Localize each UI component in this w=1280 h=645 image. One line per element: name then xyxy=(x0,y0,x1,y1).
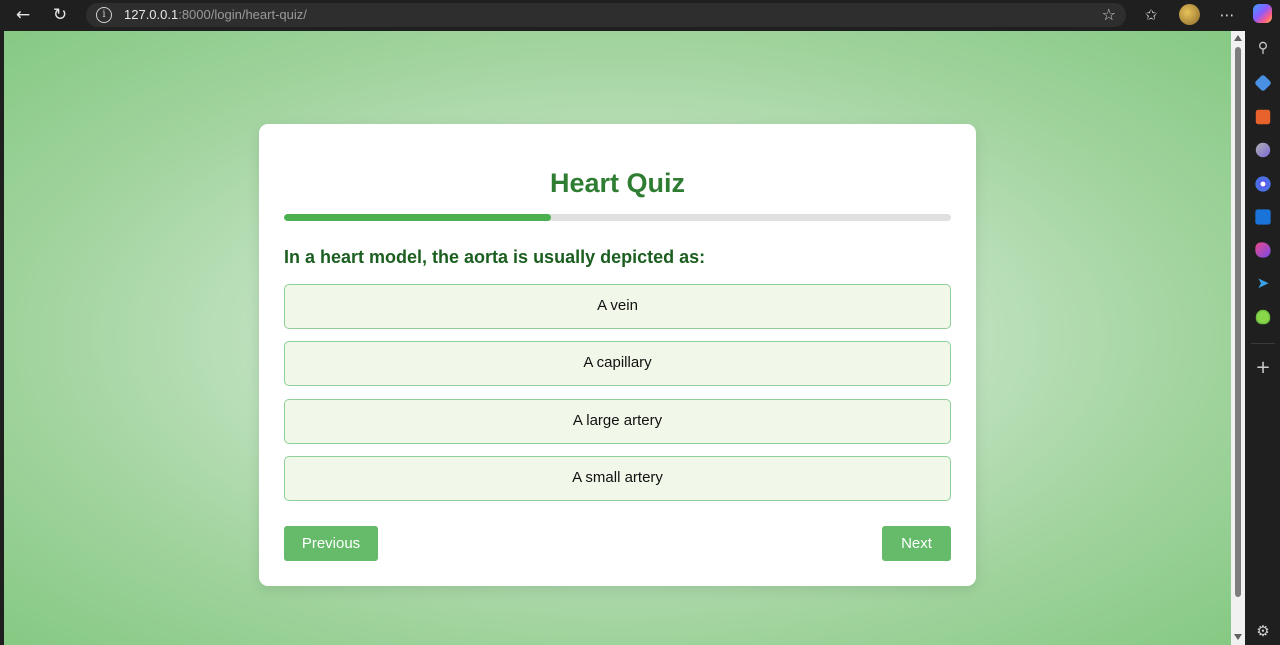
scrollbar-thumb[interactable] xyxy=(1235,47,1241,597)
search-icon[interactable]: ⚲ xyxy=(1254,39,1272,57)
add-icon[interactable]: + xyxy=(1253,358,1273,378)
url-text[interactable]: 127.0.0.1:8000/login/heart-quiz/ xyxy=(124,7,307,23)
copilot-sidebar-icon[interactable] xyxy=(1255,176,1271,192)
scroll-up-arrow-icon[interactable] xyxy=(1234,35,1242,41)
url-host: 127.0.0.1 xyxy=(124,7,179,22)
favorite-star-icon[interactable]: ☆ xyxy=(1102,5,1116,24)
profile-avatar[interactable] xyxy=(1179,4,1200,25)
next-button[interactable]: Next xyxy=(882,526,951,561)
answer-option-capillary[interactable]: A capillary xyxy=(284,341,951,386)
shopping-tag-icon[interactable] xyxy=(1254,74,1272,92)
reload-icon[interactable]: ↻ xyxy=(47,3,73,27)
back-arrow-icon[interactable]: ← xyxy=(10,3,36,27)
answer-option-small-artery[interactable]: A small artery xyxy=(284,456,951,501)
site-info-icon[interactable]: i xyxy=(96,7,112,23)
quiz-title: Heart Quiz xyxy=(549,168,686,198)
browser-sidebar: ⚲ ➤ + ⚙ xyxy=(1245,31,1280,645)
send-icon[interactable]: ➤ xyxy=(1254,274,1272,292)
designer-icon[interactable] xyxy=(1255,242,1271,258)
previous-button[interactable]: Previous xyxy=(284,526,378,561)
scroll-down-arrow-icon[interactable] xyxy=(1234,634,1242,640)
question-text: In a heart model, the aorta is usually d… xyxy=(284,247,706,267)
tree-icon[interactable] xyxy=(1255,309,1271,325)
answer-option-large-artery[interactable]: A large artery xyxy=(284,399,951,444)
more-menu-icon[interactable]: ⋯ xyxy=(1215,3,1239,27)
progress-bar xyxy=(284,214,951,221)
copilot-icon[interactable] xyxy=(1253,4,1272,23)
games-icon[interactable] xyxy=(1255,142,1271,158)
favorites-icon[interactable]: ✩ xyxy=(1139,3,1163,27)
tools-briefcase-icon[interactable] xyxy=(1255,109,1271,125)
browser-toolbar: ← ↻ i 127.0.0.1:8000/login/heart-quiz/ ☆… xyxy=(0,0,1280,30)
url-path: :8000/login/heart-quiz/ xyxy=(178,7,307,22)
settings-gear-icon[interactable]: ⚙ xyxy=(1253,621,1273,641)
answer-option-vein[interactable]: A vein xyxy=(284,284,951,329)
address-bar[interactable]: i 127.0.0.1:8000/login/heart-quiz/ ☆ xyxy=(86,3,1126,27)
outlook-icon[interactable] xyxy=(1255,209,1271,225)
page-scrollbar[interactable] xyxy=(1231,31,1245,645)
sidebar-divider xyxy=(1251,343,1275,344)
progress-bar-fill xyxy=(284,214,551,221)
quiz-card: Heart Quiz In a heart model, the aorta i… xyxy=(259,124,976,586)
